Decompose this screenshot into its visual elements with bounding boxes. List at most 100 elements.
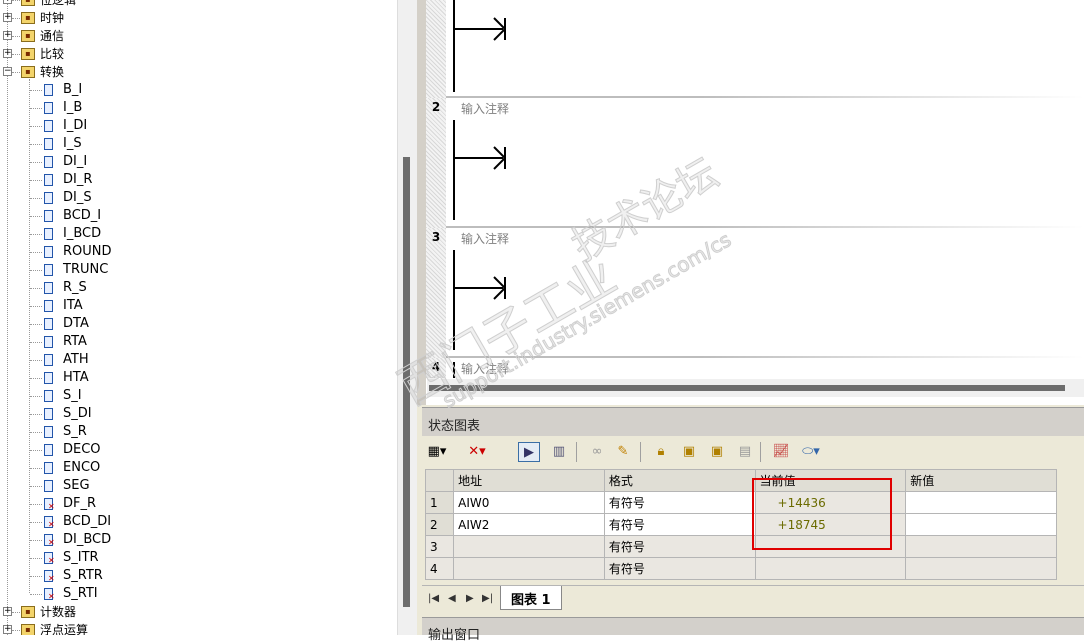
insert-row-icon[interactable]: ▦▾: [426, 442, 448, 462]
delete-row-icon[interactable]: ✕▾: [466, 442, 488, 462]
unlock-icon[interactable]: ▣: [678, 442, 700, 462]
tree-vertical-scrollbar[interactable]: [397, 0, 417, 635]
tree-instruction-item[interactable]: S_I: [0, 387, 390, 405]
prev-tab-icon[interactable]: ◀: [448, 593, 456, 604]
read-forced-icon[interactable]: ▤: [734, 442, 756, 462]
network-comment[interactable]: 输入注释: [461, 100, 509, 117]
tree-connector: [12, 630, 20, 631]
instruction-block-icon: [44, 390, 53, 402]
column-header-new-value[interactable]: 新值: [905, 469, 1057, 492]
tree-folder[interactable]: + ▪ 浮点运算: [0, 621, 390, 635]
tree-instruction-item[interactable]: ITA: [0, 297, 390, 315]
tree-instruction-item[interactable]: BCD_DI: [0, 513, 390, 531]
first-tab-icon[interactable]: |◀: [428, 593, 439, 604]
table-row[interactable]: 3 有符号: [424, 535, 1057, 558]
tree-instruction-item[interactable]: I_BCD: [0, 225, 390, 243]
new-value-cell[interactable]: [905, 557, 1057, 580]
tree-instruction-item[interactable]: RTA: [0, 333, 390, 351]
network-comment[interactable]: 输入注释: [461, 230, 509, 247]
expander-icon[interactable]: +: [3, 0, 12, 4]
tab-chart-1[interactable]: 图表 1: [500, 586, 562, 610]
tree-folder[interactable]: + ▪ 通信: [0, 27, 390, 45]
unlock-all-icon[interactable]: ▣: [706, 442, 728, 462]
tree-instruction-item[interactable]: TRUNC: [0, 261, 390, 279]
network-1[interactable]: [426, 0, 1084, 98]
single-read-icon[interactable]: ▥: [548, 442, 570, 462]
tree-instruction-item[interactable]: B_I: [0, 81, 390, 99]
column-header-address[interactable]: 地址: [453, 469, 605, 492]
tree-instruction-item[interactable]: BCD_I: [0, 207, 390, 225]
expander-icon[interactable]: +: [3, 607, 12, 616]
format-cell[interactable]: 有符号: [603, 535, 756, 558]
tree-instruction-item[interactable]: S_ITR: [0, 549, 390, 567]
trend-view-icon[interactable]: 📈︎: [770, 442, 792, 462]
instruction-block-icon: [44, 102, 53, 114]
address-cell[interactable]: [453, 557, 605, 580]
new-value-cell[interactable]: [905, 513, 1057, 536]
next-tab-icon[interactable]: ▶: [466, 593, 474, 604]
lock-icon[interactable]: 🔒︎: [650, 442, 672, 462]
network-3[interactable]: 3 输入注释: [426, 228, 1084, 358]
format-cell[interactable]: 有符号: [603, 557, 756, 580]
address-cell[interactable]: [453, 535, 605, 558]
editor-horizontal-scrollbar[interactable]: [427, 379, 1084, 397]
tree-instruction-item[interactable]: DI_I: [0, 153, 390, 171]
tree-instruction-item[interactable]: ROUND: [0, 243, 390, 261]
last-tab-icon[interactable]: ▶|: [482, 593, 493, 604]
coil-arrow-icon: [493, 146, 506, 170]
network-4[interactable]: 4 输入注释: [426, 358, 1084, 378]
tree-instruction-item[interactable]: HTA: [0, 369, 390, 387]
address-cell[interactable]: AIW0: [453, 491, 605, 514]
expander-icon[interactable]: −: [3, 67, 12, 76]
tree-folder[interactable]: + ▪ 比较: [0, 45, 390, 63]
new-value-cell[interactable]: [905, 535, 1057, 558]
instruction-error-icon: [44, 534, 55, 547]
tree-folder[interactable]: − ▪ 转换: [0, 63, 390, 81]
power-rail: [453, 250, 455, 350]
tree-instruction-item[interactable]: I_B: [0, 99, 390, 117]
expander-icon[interactable]: +: [3, 31, 12, 40]
format-cell[interactable]: 有符号: [603, 513, 756, 536]
instruction-error-icon: [44, 516, 55, 529]
tree-instruction-item[interactable]: I_S: [0, 135, 390, 153]
trend-glasses-icon[interactable]: ∞: [586, 442, 608, 462]
editor-scrollbar-thumb[interactable]: [429, 385, 1065, 391]
tree-folder[interactable]: + ▪ 时钟: [0, 9, 390, 27]
table-row[interactable]: 4 有符号: [424, 557, 1057, 580]
tree-instruction-item[interactable]: ENCO: [0, 459, 390, 477]
expander-icon[interactable]: +: [3, 625, 12, 634]
chart-status-icon[interactable]: ▶: [518, 442, 540, 462]
tree-instruction-item[interactable]: S_RTR: [0, 567, 390, 585]
tree-instruction-item[interactable]: DI_R: [0, 171, 390, 189]
tree-folder[interactable]: + ▪ 位逻辑: [0, 0, 390, 9]
tree-connector: [30, 198, 42, 199]
table-row[interactable]: 2 AIW2 有符号 +18745: [424, 513, 1057, 536]
tree-folder-label: 浮点运算: [40, 623, 89, 635]
tree-instruction-item[interactable]: S_DI: [0, 405, 390, 423]
tree-instruction-item[interactable]: ATH: [0, 351, 390, 369]
tree-instruction-item[interactable]: DTA: [0, 315, 390, 333]
tag-icon[interactable]: ⬭▾: [800, 442, 822, 462]
write-pencil-icon[interactable]: ✎: [612, 442, 634, 462]
tree-instruction-item[interactable]: DI_BCD: [0, 531, 390, 549]
tree-instruction-item[interactable]: SEG: [0, 477, 390, 495]
tree-instruction-item[interactable]: S_RTI: [0, 585, 390, 603]
tree-instruction-item[interactable]: DI_S: [0, 189, 390, 207]
tree-instruction-item[interactable]: S_R: [0, 423, 390, 441]
expander-icon[interactable]: +: [3, 49, 12, 58]
address-cell[interactable]: AIW2: [453, 513, 605, 536]
status-chart-grid: 地址 格式 当前值 新值 1 AIW0 有符号 +14436 2 AIW2 有符…: [424, 469, 1057, 580]
tree-instruction-item[interactable]: DF_R: [0, 495, 390, 513]
network-2[interactable]: 2 输入注释: [426, 98, 1084, 228]
tree-folder[interactable]: + ▪ 计数器: [0, 603, 390, 621]
network-comment[interactable]: 输入注释: [461, 360, 509, 377]
tree-instruction-item[interactable]: DECO: [0, 441, 390, 459]
table-row[interactable]: 1 AIW0 有符号 +14436: [424, 491, 1057, 514]
new-value-cell[interactable]: [905, 491, 1057, 514]
column-header-format[interactable]: 格式: [603, 469, 756, 492]
tree-instruction-item[interactable]: I_DI: [0, 117, 390, 135]
expander-icon[interactable]: +: [3, 13, 12, 22]
format-cell[interactable]: 有符号: [603, 491, 756, 514]
tree-instruction-item[interactable]: R_S: [0, 279, 390, 297]
tree-scrollbar-thumb[interactable]: [403, 157, 410, 607]
